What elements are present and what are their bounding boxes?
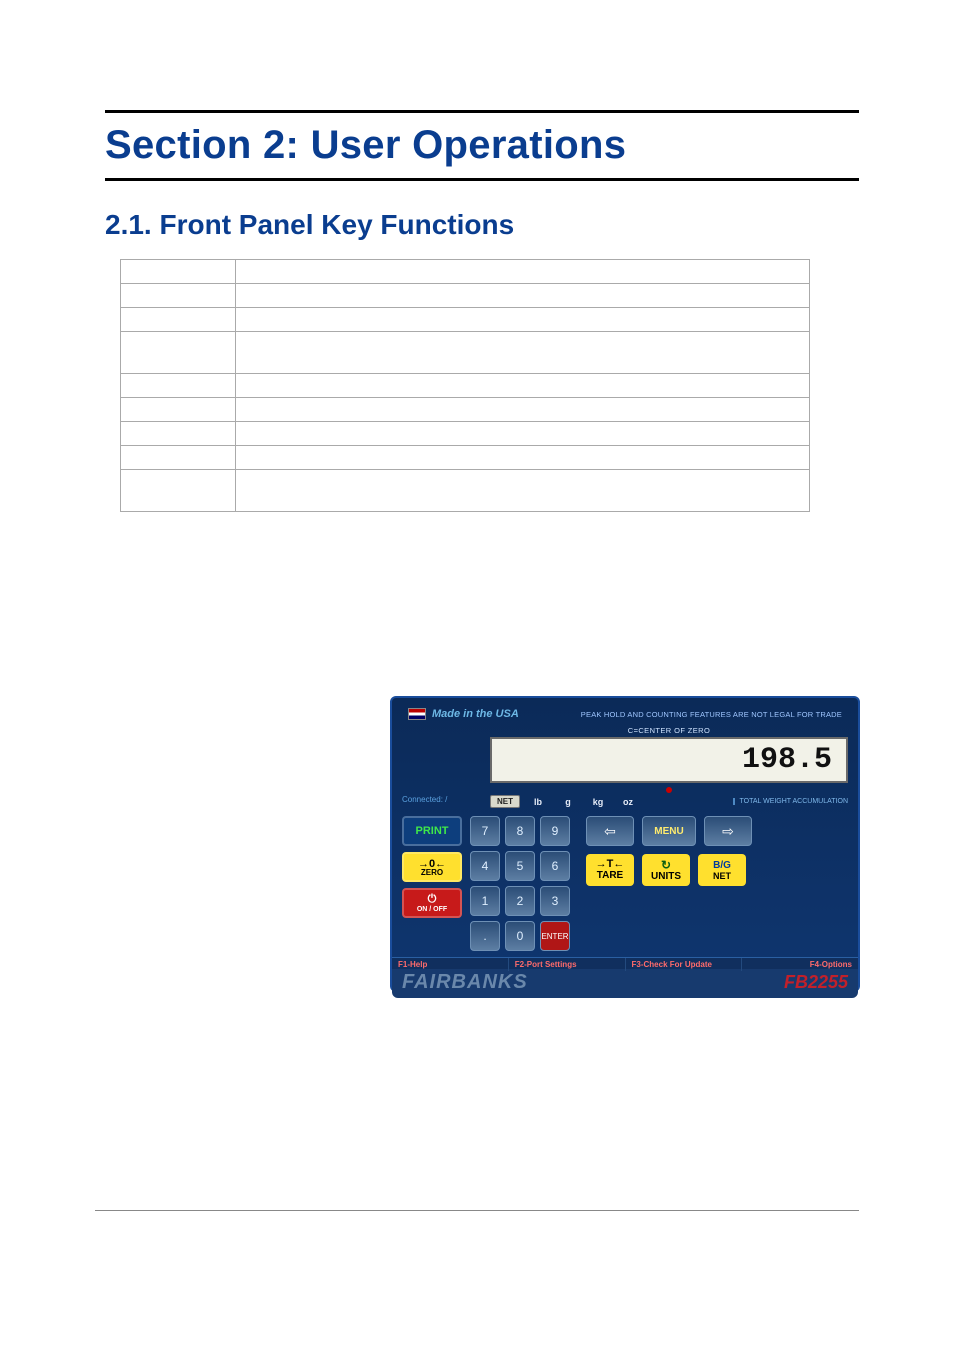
cell bbox=[121, 398, 236, 422]
section-title: Section 2: User Operations bbox=[105, 117, 859, 176]
cell bbox=[236, 332, 810, 374]
cell bbox=[121, 422, 236, 446]
table-row bbox=[121, 308, 810, 332]
cell bbox=[121, 470, 236, 512]
f3-check-update[interactable]: F3-Check For Update bbox=[626, 958, 743, 971]
units-button[interactable]: ↻ UNITS bbox=[642, 854, 690, 886]
footer-rule bbox=[95, 1210, 859, 1211]
unit-oz: oz bbox=[616, 797, 640, 807]
cell bbox=[236, 374, 810, 398]
weight-display: 198.5 bbox=[490, 737, 848, 783]
zero-label: ZERO bbox=[421, 868, 443, 877]
cell bbox=[121, 446, 236, 470]
unit-g: g bbox=[556, 797, 580, 807]
center-of-zero-label: C=CENTER OF ZERO bbox=[490, 726, 848, 735]
menu-button[interactable]: MENU bbox=[642, 816, 696, 846]
cycle-icon: ↻ bbox=[661, 859, 671, 871]
f2-port-settings[interactable]: F2-Port Settings bbox=[509, 958, 626, 971]
print-button[interactable]: PRINT bbox=[402, 816, 462, 846]
zero-marker-icon bbox=[666, 787, 672, 793]
function-key-bar: F1-Help F2-Port Settings F3-Check For Up… bbox=[392, 957, 858, 971]
menu-label: MENU bbox=[654, 826, 683, 837]
tare-label: TARE bbox=[597, 870, 623, 881]
table-row bbox=[121, 446, 810, 470]
numpad-6[interactable]: 6 bbox=[540, 851, 570, 881]
tare-symbol-icon: →T← bbox=[596, 859, 625, 870]
table-row bbox=[121, 260, 810, 284]
f4-options[interactable]: F4-Options bbox=[742, 958, 858, 971]
us-flag-icon bbox=[408, 708, 426, 720]
power-icon: ⏻ bbox=[428, 893, 437, 906]
numpad-4[interactable]: 4 bbox=[470, 851, 500, 881]
cell bbox=[236, 284, 810, 308]
numpad-2[interactable]: 2 bbox=[505, 886, 535, 916]
units-label: UNITS bbox=[651, 871, 681, 882]
bg-net-button[interactable]: B/G NET bbox=[698, 854, 746, 886]
arrow-left-button[interactable]: ⇦ bbox=[586, 816, 634, 846]
accumulator-label: TOTAL WEIGHT ACCUMULATION bbox=[733, 798, 848, 805]
cell bbox=[236, 308, 810, 332]
table-row bbox=[121, 332, 810, 374]
cell bbox=[236, 398, 810, 422]
connected-status: Connected: / bbox=[402, 795, 482, 804]
table-row bbox=[121, 398, 810, 422]
net-label: NET bbox=[713, 871, 731, 881]
numpad-8[interactable]: 8 bbox=[505, 816, 535, 846]
numpad-7[interactable]: 7 bbox=[470, 816, 500, 846]
cell bbox=[121, 284, 236, 308]
power-button[interactable]: ⏻ ON / OFF bbox=[402, 888, 462, 918]
cell bbox=[121, 308, 236, 332]
numpad-1[interactable]: 1 bbox=[470, 886, 500, 916]
brand-label: FAIRBANKS bbox=[402, 971, 528, 994]
subheading-2-1: 2.1. Front Panel Key Functions bbox=[105, 209, 859, 241]
unit-kg: kg bbox=[586, 797, 610, 807]
arrow-left-icon: ⇦ bbox=[604, 823, 616, 840]
cell bbox=[236, 470, 810, 512]
cell bbox=[236, 446, 810, 470]
model-label: FB2255 bbox=[784, 972, 848, 993]
numpad-5[interactable]: 5 bbox=[505, 851, 535, 881]
net-annunciator: NET bbox=[490, 795, 520, 808]
numeric-keypad: 7 8 9 4 5 6 1 2 3 . 0 ENTER bbox=[470, 816, 570, 951]
table-row bbox=[121, 470, 810, 512]
onoff-label: ON / OFF bbox=[417, 906, 447, 913]
numpad-0[interactable]: 0 bbox=[505, 921, 535, 951]
numpad-3[interactable]: 3 bbox=[540, 886, 570, 916]
cell bbox=[121, 374, 236, 398]
enter-button[interactable]: ENTER bbox=[540, 921, 570, 951]
cell bbox=[236, 260, 810, 284]
legal-warning: PEAK HOLD AND COUNTING FEATURES ARE NOT … bbox=[581, 710, 842, 719]
made-in-label: Made in the USA bbox=[432, 708, 519, 720]
numpad-9[interactable]: 9 bbox=[540, 816, 570, 846]
cell bbox=[121, 260, 236, 284]
table-row bbox=[121, 422, 810, 446]
tare-button[interactable]: →T← TARE bbox=[586, 854, 634, 886]
cell bbox=[121, 332, 236, 374]
arrow-right-icon: ⇨ bbox=[722, 823, 734, 840]
table-row bbox=[121, 284, 810, 308]
zero-button[interactable]: →0← ZERO bbox=[402, 852, 462, 882]
arrow-right-button[interactable]: ⇨ bbox=[704, 816, 752, 846]
numpad-dot[interactable]: . bbox=[470, 921, 500, 951]
unit-lb: lb bbox=[526, 797, 550, 807]
rule-top bbox=[105, 110, 859, 113]
cell bbox=[236, 422, 810, 446]
print-label: PRINT bbox=[416, 825, 449, 837]
f1-help[interactable]: F1-Help bbox=[392, 958, 509, 971]
rule-bottom bbox=[105, 178, 859, 181]
table-row bbox=[121, 374, 810, 398]
indicator-device: Made in the USA PEAK HOLD AND COUNTING F… bbox=[390, 696, 860, 992]
bg-label: B/G bbox=[713, 860, 731, 871]
key-functions-table bbox=[120, 259, 810, 512]
